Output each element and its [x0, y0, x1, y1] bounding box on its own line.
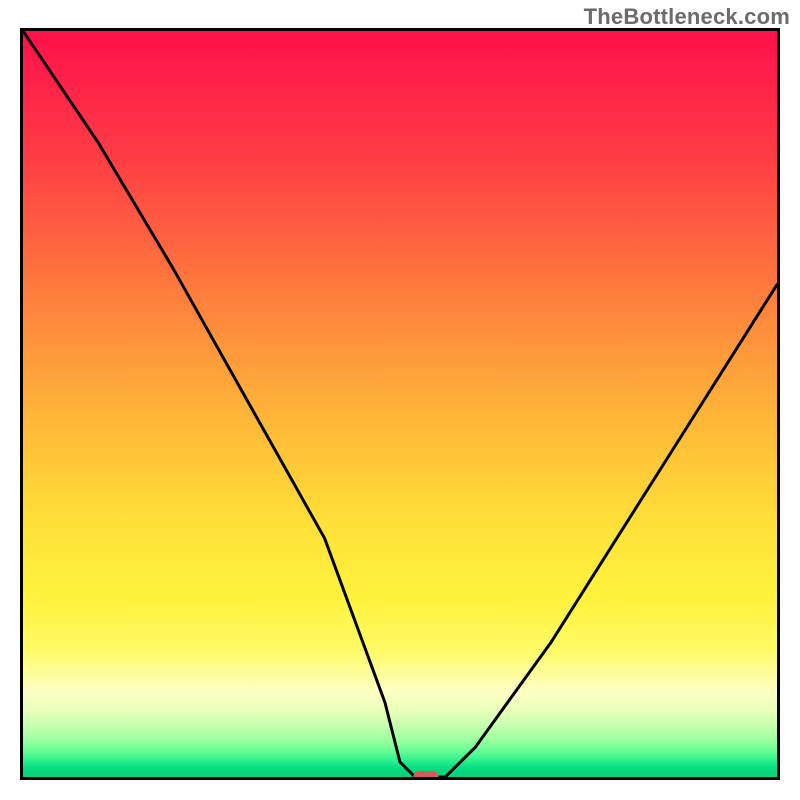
bottleneck-chart: TheBottleneck.com — [0, 0, 800, 800]
optimal-point-marker — [413, 771, 439, 780]
watermark-text: TheBottleneck.com — [584, 4, 790, 30]
plot-area — [20, 28, 780, 780]
bottleneck-curve — [23, 31, 777, 777]
